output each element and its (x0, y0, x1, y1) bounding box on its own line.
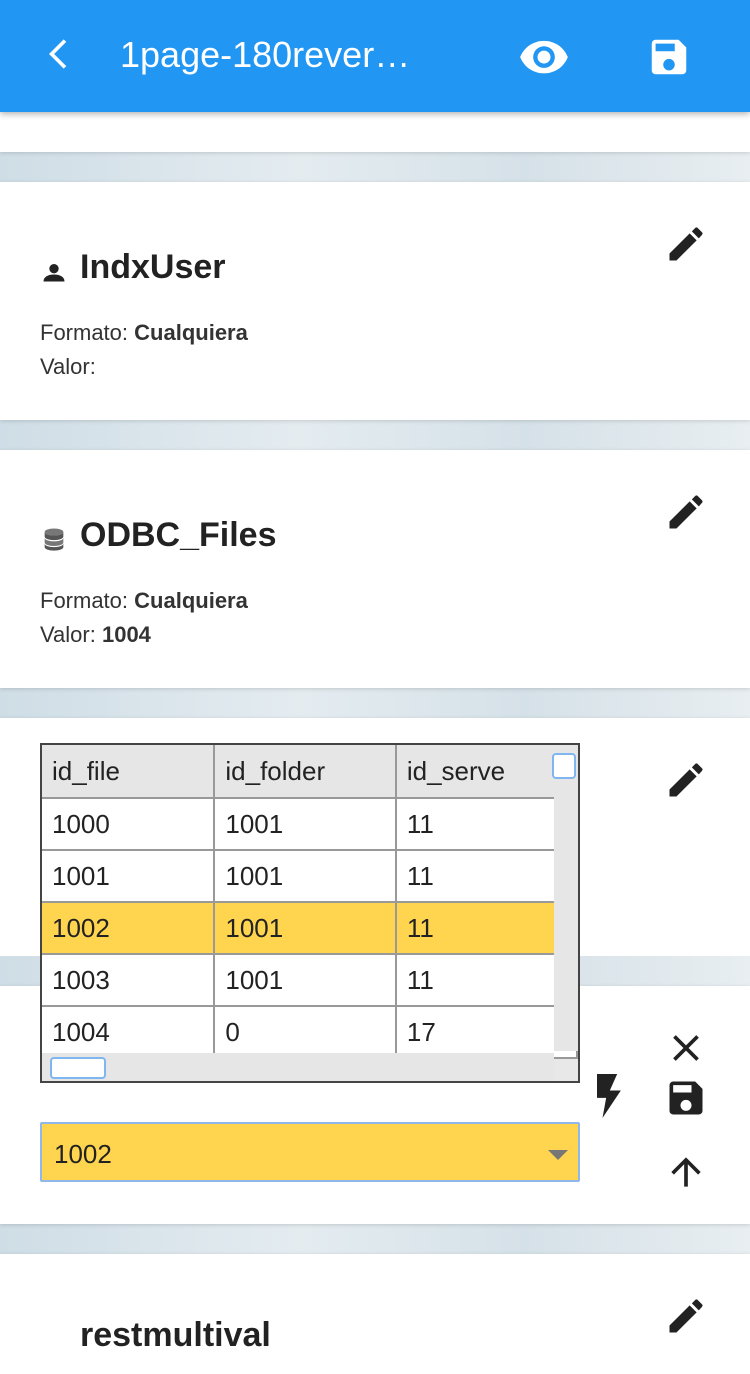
table-cell[interactable]: 11 (395, 902, 578, 955)
table-row[interactable]: 1003 1001 11 (42, 954, 578, 1007)
app-bar: 1page-180reversed_ocr.pdf (0, 0, 750, 112)
pencil-icon[interactable] (664, 222, 708, 266)
field-card-odbc-files: ODBC_Files Formato: Cualquiera Valor: 10… (0, 450, 750, 688)
format-value: Cualquiera (134, 320, 248, 345)
horizontal-scrollbar[interactable] (42, 1053, 554, 1081)
table-row[interactable]: 1000 1001 11 (42, 798, 578, 851)
document-title: 1page-180reversed_ocr.pdf (120, 34, 420, 75)
field-card-next: restmultival (0, 1254, 750, 1374)
chevron-left-icon[interactable] (38, 32, 82, 76)
database-icon (44, 528, 64, 551)
table-cell[interactable]: 1001 (42, 850, 216, 903)
table-cell[interactable]: 0 (214, 1006, 397, 1059)
table-cell[interactable]: 1001 (214, 850, 397, 903)
value-label: Valor: (40, 354, 96, 379)
table-cell[interactable]: 1001 (214, 798, 397, 851)
table-row[interactable]: 1001 1001 11 (42, 850, 578, 903)
flash-icon[interactable] (590, 1074, 626, 1118)
field-meta: Formato: Cualquiera Valor: (40, 316, 248, 384)
table-cell[interactable]: 17 (395, 1006, 578, 1059)
format-label: Formato: (40, 320, 129, 345)
dropdown-arrow-icon (548, 1150, 568, 1160)
select-value: 1002 (54, 1139, 112, 1169)
table-cell[interactable]: 11 (395, 850, 578, 903)
column-header[interactable]: id_file (42, 745, 216, 799)
field-meta: Formato: Cualquiera Valor: 1004 (40, 584, 248, 652)
format-value: Cualquiera (134, 588, 248, 613)
field-card-indxuser: IndxUser Formato: Cualquiera Valor: (0, 182, 750, 420)
user-icon (43, 263, 65, 281)
vertical-scrollbar[interactable] (552, 745, 578, 1051)
vertical-scroll-thumb[interactable] (552, 753, 576, 779)
value-label: Valor: (40, 622, 96, 647)
field-name: restmultival (80, 1316, 271, 1354)
arrow-up-icon[interactable] (664, 1150, 708, 1194)
table-cell[interactable]: 11 (395, 954, 578, 1007)
table-cell[interactable]: 11 (395, 798, 578, 851)
close-icon[interactable] (664, 1026, 708, 1070)
table-cell[interactable]: 1001 (214, 954, 397, 1007)
format-label: Formato: (40, 588, 129, 613)
pencil-icon[interactable] (664, 490, 708, 534)
column-header[interactable]: id_folder (214, 745, 397, 799)
previous-field-card (0, 112, 750, 152)
table-cell[interactable]: 1000 (42, 798, 216, 851)
eye-icon[interactable] (518, 30, 570, 82)
table-cell[interactable]: 1003 (42, 954, 216, 1007)
column-header[interactable]: id_serve (395, 745, 578, 799)
value-select[interactable]: 1002 (40, 1122, 580, 1182)
table-header-row: id_file id_folder id_serve (42, 745, 578, 799)
horizontal-scroll-thumb[interactable] (50, 1057, 106, 1079)
table-cell[interactable]: 1002 (42, 902, 216, 955)
save-icon[interactable] (646, 34, 692, 80)
results-grid[interactable]: id_file id_folder id_serve 1000 1001 11 … (40, 743, 580, 1083)
pencil-icon[interactable] (664, 1294, 708, 1338)
save-icon[interactable] (664, 1076, 708, 1120)
value-value: 1004 (101, 622, 151, 647)
pencil-icon[interactable] (664, 758, 708, 802)
field-name: ODBC_Files (80, 516, 277, 554)
table-cell[interactable]: 1001 (214, 902, 397, 955)
results-table: id_file id_folder id_serve 1000 1001 11 … (42, 745, 578, 1059)
table-row[interactable]: 1004 0 17 (42, 1006, 578, 1059)
field-name: IndxUser (80, 248, 226, 286)
table-cell[interactable]: 1004 (42, 1006, 216, 1059)
table-row-selected[interactable]: 1002 1001 11 (42, 902, 578, 955)
